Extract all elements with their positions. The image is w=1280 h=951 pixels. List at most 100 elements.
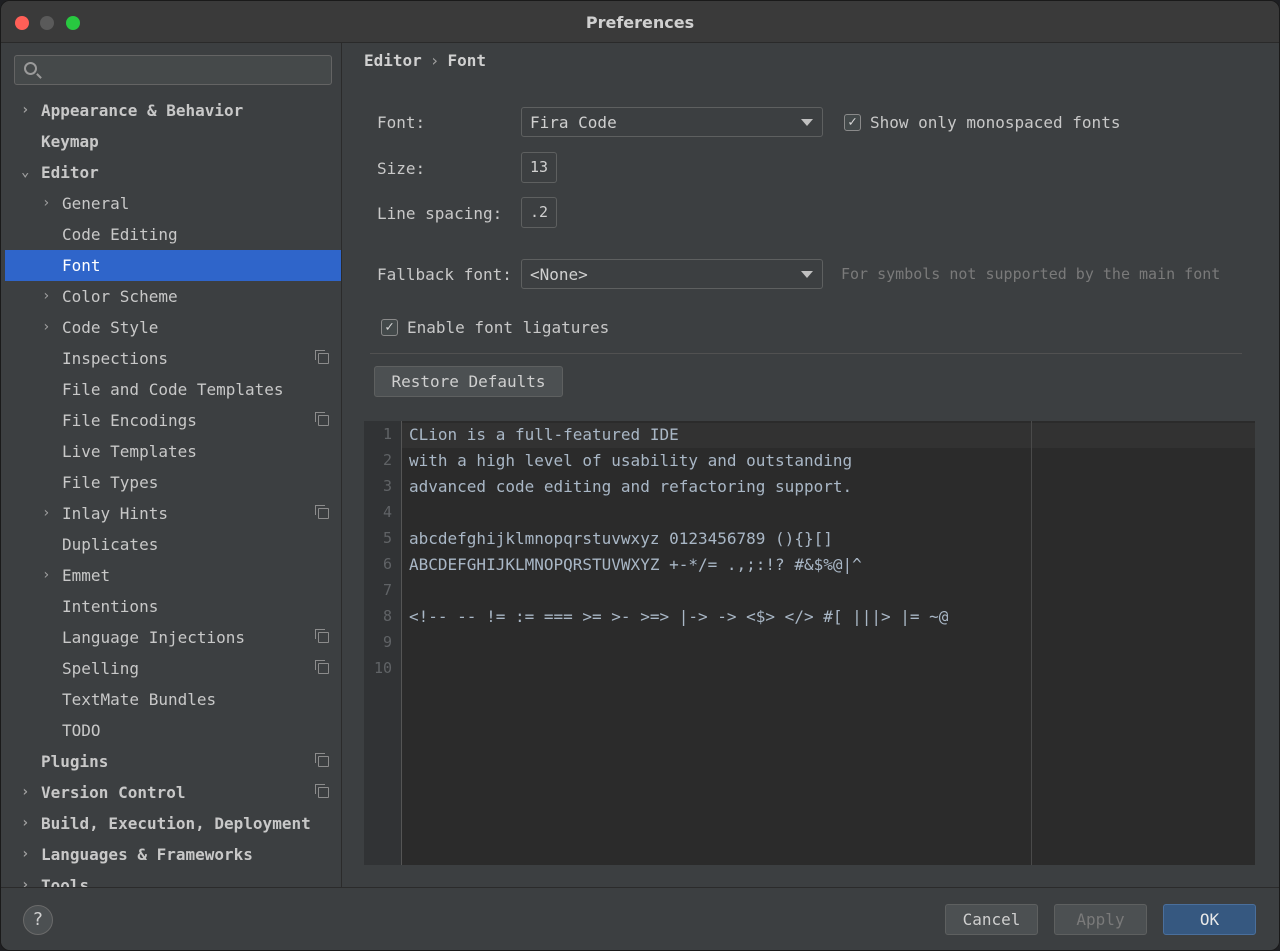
sidebar-item-inlay-hints[interactable]: › Inlay Hints [5,498,341,529]
breadcrumb-editor[interactable]: Editor [364,51,422,70]
sidebar-item-build-execution-deployment[interactable]: › Build, Execution, Deployment [5,808,341,839]
sidebar-item-textmate-bundles[interactable]: TextMate Bundles [5,684,341,715]
sidebar-item-editor[interactable]: ⌄ Editor [5,157,341,188]
sidebar-item-spelling[interactable]: Spelling [5,653,341,684]
size-label: Size: [377,159,426,178]
chevron-down-icon[interactable]: ⌄ [21,157,35,188]
sidebar-item-label: Inspections [62,349,168,368]
settings-sidebar: › Appearance & Behavior Keymap ⌄ Editor › Gene… [5,43,342,887]
sidebar-item-tools[interactable]: › Tools [5,870,341,887]
sidebar-item-label: File Encodings [62,411,197,430]
ok-button[interactable]: OK [1163,904,1256,935]
sidebar-item-intentions[interactable]: Intentions [5,591,341,622]
sidebar-item-inspections[interactable]: Inspections [5,343,341,374]
sidebar-item-label: Intentions [62,597,159,616]
sidebar-item-color-scheme[interactable]: › Color Scheme [5,281,341,312]
line-spacing-input[interactable]: .2 [521,197,557,228]
chevron-right-icon[interactable]: › [21,870,35,887]
fallback-font-dropdown[interactable]: <None> [521,259,823,289]
fallback-font-label: Fallback font: [377,265,512,284]
sidebar-item-file-and-code-templates[interactable]: File and Code Templates [5,374,341,405]
sidebar-item-general[interactable]: › General [5,188,341,219]
sidebar-item-live-templates[interactable]: Live Templates [5,436,341,467]
sidebar-item-font[interactable]: Font [5,250,341,281]
sidebar-item-label: Color Scheme [62,287,178,306]
checkmark-icon: ✓ [848,114,857,130]
window-title: Preferences [585,13,695,32]
fallback-font-hint: For symbols not supported by the main fo… [841,265,1221,283]
sidebar-item-todo[interactable]: TODO [5,715,341,746]
sidebar-item-duplicates[interactable]: Duplicates [5,529,341,560]
sidebar-item-label: Font [62,256,101,275]
project-settings-icon [315,412,329,426]
line-number: 10 [373,659,392,677]
settings-search-input[interactable] [14,55,332,85]
title-bar: Preferences [1,1,1279,43]
sidebar-item-label: Inlay Hints [62,504,168,523]
sidebar-item-label: Version Control [41,783,186,802]
project-settings-icon [315,660,329,674]
sidebar-item-label: Keymap [41,132,99,151]
sidebar-item-label: Code Editing [62,225,178,244]
help-button[interactable]: ? [23,905,53,935]
sidebar-item-appearance-behavior[interactable]: › Appearance & Behavior [5,95,341,126]
sidebar-item-label: Code Style [62,318,159,337]
settings-tree: › Appearance & Behavior Keymap ⌄ Editor › Gene… [5,95,341,887]
sidebar-item-keymap[interactable]: Keymap [5,126,341,157]
project-settings-icon [315,753,329,767]
chevron-right-icon[interactable]: › [42,188,56,219]
line-number: 9 [382,633,392,651]
chevron-right-icon[interactable]: › [42,281,56,312]
apply-button[interactable]: Apply [1054,904,1147,935]
code-line: advanced code editing and refactoring su… [409,477,853,496]
chevron-down-icon [801,119,813,126]
chevron-right-icon[interactable]: › [21,95,35,126]
chevron-right-icon[interactable]: › [21,839,35,870]
chevron-right-icon[interactable]: › [21,808,35,839]
sidebar-item-label: File Types [62,473,159,492]
code-line: with a high level of usability and outst… [409,451,853,470]
code-line: CLion is a full-featured IDE [409,425,679,444]
sidebar-item-code-style[interactable]: › Code Style [5,312,341,343]
breadcrumb: Editor › Font [364,51,486,70]
chevron-right-icon[interactable]: › [42,498,56,529]
ligatures-checkbox[interactable]: ✓ [381,319,398,336]
sidebar-item-label: TODO [62,721,101,740]
breadcrumb-separator: › [429,51,440,70]
checkmark-icon: ✓ [385,319,394,335]
font-label: Font: [377,113,426,132]
font-dropdown[interactable]: Fira Code [521,107,823,137]
sidebar-item-language-injections[interactable]: Language Injections [5,622,341,653]
chevron-right-icon[interactable]: › [21,777,35,808]
code-line: abcdefghijklmnopqrstuvwxyz 0123456789 ()… [409,529,833,548]
sidebar-item-label: Tools [41,876,90,887]
sidebar-item-file-encodings[interactable]: File Encodings [5,405,341,436]
sidebar-item-plugins[interactable]: Plugins [5,746,341,777]
line-number: 2 [382,451,392,469]
font-preview-editor[interactable]: 1 CLion is a full-featured IDE 2 with a hig… [364,421,1255,865]
sidebar-item-label: General [62,194,130,213]
sidebar-item-label: Appearance & Behavior [41,101,244,120]
sidebar-item-label: Build, Execution, Deployment [41,814,311,833]
font-dropdown-value: Fira Code [530,113,617,132]
sidebar-item-code-editing[interactable]: Code Editing [5,219,341,250]
search-icon [24,62,37,75]
chevron-right-icon[interactable]: › [42,560,56,591]
sidebar-item-label: Duplicates [62,535,159,554]
sidebar-item-label: Language Injections [62,628,246,647]
sidebar-item-emmet[interactable]: › Emmet [5,560,341,591]
sidebar-item-label: TextMate Bundles [62,690,217,709]
sidebar-item-file-types[interactable]: File Types [5,467,341,498]
restore-defaults-button[interactable]: Restore Defaults [374,366,563,397]
fallback-font-value: <None> [530,265,588,284]
sidebar-item-version-control[interactable]: › Version Control [5,777,341,808]
monospaced-checkbox[interactable]: ✓ [844,114,861,131]
size-input[interactable]: 13 [521,152,557,183]
sidebar-item-label: Languages & Frameworks [41,845,253,864]
code-line: ABCDEFGHIJKLMNOPQRSTUVWXYZ +-*/= .,;:!? … [409,555,862,574]
chevron-right-icon[interactable]: › [42,312,56,343]
preferences-window: Preferences › Appearance & Behavior Keymap… [0,0,1280,951]
cancel-button[interactable]: Cancel [945,904,1038,935]
sidebar-item-languages-frameworks[interactable]: › Languages & Frameworks [5,839,341,870]
line-spacing-label: Line spacing: [377,204,503,223]
